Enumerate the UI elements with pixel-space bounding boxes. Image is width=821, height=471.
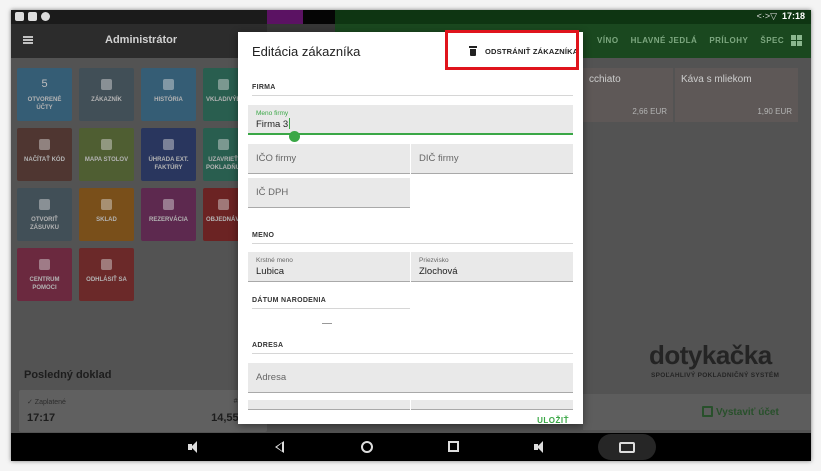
divider: [252, 243, 573, 244]
notification-icon: [15, 12, 24, 21]
company-name-input[interactable]: Firma 3: [256, 119, 288, 130]
back-icon[interactable]: [275, 441, 284, 453]
divider: [252, 353, 573, 354]
first-name-input[interactable]: Lubica: [256, 266, 284, 277]
dic-field[interactable]: DIČ firmy: [411, 144, 573, 174]
volume-up-icon[interactable]: [534, 440, 548, 454]
navigation-bar: [11, 433, 811, 461]
address-field-3[interactable]: [411, 400, 573, 410]
edit-customer-dialog: Editácia zákazníka ODSTRÁNIŤ ZÁKAZNÍKA F…: [238, 32, 583, 424]
screenshot-button[interactable]: [598, 434, 656, 460]
status-bar: <·>▽ 17:18: [11, 10, 811, 24]
app-icon: [41, 12, 50, 21]
text-cursor: [289, 118, 290, 129]
dialog-title: Editácia zákazníka: [252, 44, 361, 59]
ico-placeholder: IČO firmy: [256, 153, 297, 164]
camera-icon: [619, 442, 635, 453]
dic-placeholder: DIČ firmy: [419, 153, 459, 164]
recent-apps-icon[interactable]: [448, 441, 459, 452]
divider: [252, 308, 410, 309]
cursor-handle[interactable]: [289, 131, 300, 142]
company-name-label: Meno firmy: [256, 110, 289, 117]
address-field-2[interactable]: [248, 400, 410, 410]
status-bar-dark: [303, 10, 335, 24]
home-icon[interactable]: [361, 441, 373, 453]
address-placeholder: Adresa: [256, 372, 287, 383]
section-company: FIRMA: [252, 84, 276, 91]
screenshot-frame: <·>▽ 17:18 Administrátor VÍNO HLAVNÉ JED…: [0, 0, 821, 471]
section-name: MENO: [252, 232, 275, 239]
notification-icons: [15, 12, 50, 21]
clock: 17:18: [781, 11, 805, 21]
save-button[interactable]: ULOŽIŤ: [537, 416, 569, 424]
last-name-label: Priezvisko: [419, 257, 449, 264]
last-name-field[interactable]: Priezvisko Zlochová: [411, 252, 573, 282]
ic-dph-field[interactable]: IČ DPH: [248, 178, 410, 208]
volume-down-icon[interactable]: [188, 440, 202, 454]
tablet-screen: <·>▽ 17:18 Administrátor VÍNO HLAVNÉ JED…: [11, 10, 811, 461]
status-bar-accent: [267, 10, 303, 24]
address-field[interactable]: Adresa: [248, 363, 573, 393]
image-icon: [28, 12, 37, 21]
section-birth-date: DÁTUM NARODENIA: [252, 297, 327, 304]
first-name-field[interactable]: Krstné meno Lubica: [248, 252, 410, 282]
ic-dph-placeholder: IČ DPH: [256, 187, 289, 198]
ico-field[interactable]: IČO firmy: [248, 144, 410, 174]
company-name-field[interactable]: Meno firmy Firma 3: [248, 105, 573, 142]
first-name-label: Krstné meno: [256, 257, 293, 264]
divider: [252, 95, 573, 96]
wifi-icon: <·>▽: [756, 11, 777, 21]
last-name-input[interactable]: Zlochová: [419, 266, 458, 277]
highlight-box: [445, 30, 579, 70]
birth-date-picker[interactable]: [322, 323, 332, 324]
section-address: ADRESA: [252, 342, 284, 349]
